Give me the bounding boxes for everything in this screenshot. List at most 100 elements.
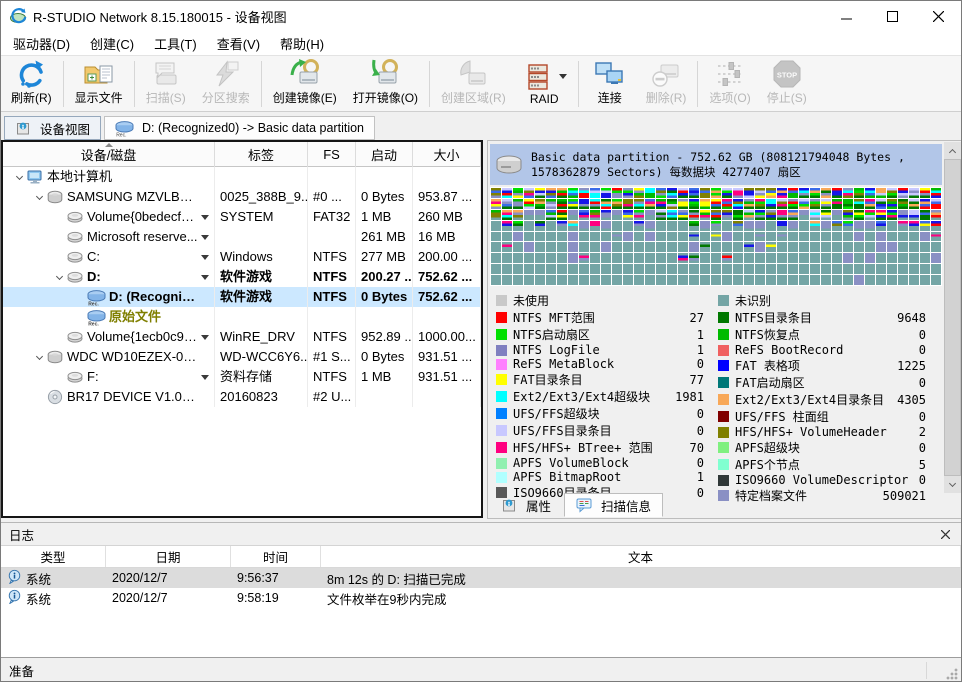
connect-button[interactable]: 连接: [582, 58, 638, 110]
tree-column-header[interactable]: 设备/磁盘: [3, 142, 215, 167]
dropdown-icon[interactable]: [201, 235, 209, 240]
legend-color-chip: [718, 295, 729, 306]
tree-column-header[interactable]: 大小: [413, 142, 481, 167]
log-column-header[interactable]: 类型: [1, 546, 106, 567]
log-row[interactable]: 系统2020/12/79:56:378m 12s 的 D: 扫描已完成: [1, 568, 961, 588]
expander-icon[interactable]: [51, 276, 67, 279]
scan-block-map[interactable]: [490, 187, 942, 286]
tree-header: 设备/磁盘标签FS启动大小: [3, 142, 481, 167]
legend-label: APFS个节点: [735, 456, 800, 473]
tree-row[interactable]: Volume{1ecb0c98-...WinRE_DRVNTFS952.89 .…: [3, 327, 481, 347]
tree-row[interactable]: Rec.D: (Recognize...软件游戏NTFS0 Bytes752.6…: [3, 287, 481, 307]
tree-row[interactable]: Microsoft reserve...261 MB16 MB: [3, 227, 481, 247]
expander-icon[interactable]: [11, 176, 27, 179]
scan-bubble-icon: [576, 497, 592, 513]
scan-block: [524, 188, 534, 198]
log-column-header[interactable]: 日期: [106, 546, 231, 567]
scan-block: [766, 253, 776, 263]
log-close-button[interactable]: [937, 526, 953, 542]
maximize-button[interactable]: [869, 1, 915, 31]
tab-device-view[interactable]: 设备视图: [4, 116, 101, 140]
menu-item-view[interactable]: 查看(V): [207, 31, 270, 56]
legend-color-chip: [496, 425, 507, 436]
scan-block: [535, 210, 545, 220]
log-row[interactable]: 系统2020/12/79:58:19文件枚举在9秒内完成: [1, 588, 961, 608]
log-column-header[interactable]: 文本: [321, 546, 961, 567]
menu-item-tools[interactable]: 工具(T): [144, 31, 207, 56]
scan-block: [843, 210, 853, 220]
open-image-button[interactable]: 打开镜像(O): [345, 58, 426, 110]
log-column-header[interactable]: 时间: [231, 546, 321, 567]
tree-column-header[interactable]: 启动: [356, 142, 413, 167]
raid-dropdown-icon[interactable]: [559, 74, 567, 79]
dropdown-icon[interactable]: [201, 215, 209, 220]
size-cell: 1000.00...: [413, 327, 481, 347]
menu-item-help[interactable]: 帮助(H): [270, 31, 334, 56]
scan-block: [832, 188, 842, 198]
resize-grip[interactable]: [946, 668, 958, 680]
device-name: F:: [87, 367, 99, 387]
scan-block: [656, 232, 666, 242]
tab-scan-info[interactable]: 扫描信息: [564, 493, 663, 517]
tree-row[interactable]: SAMSUNG MZVLB1T0...0025_388B_9...#0 ...0…: [3, 187, 481, 207]
scan-block: [491, 232, 501, 242]
scan-block: [898, 253, 908, 263]
scan-block: [733, 275, 743, 285]
scan-block: [766, 264, 776, 274]
scan-block: [799, 275, 809, 285]
scrollbar[interactable]: [944, 142, 961, 493]
dropdown-icon[interactable]: [201, 275, 209, 280]
scan-block: [689, 199, 699, 209]
tree-row[interactable]: C:WindowsNTFS277 MB200.00 ...: [3, 247, 481, 267]
minimize-button[interactable]: [823, 1, 869, 31]
scan-block: [865, 232, 875, 242]
raid-button[interactable]: RAID: [514, 58, 575, 110]
scan-block: [656, 210, 666, 220]
scan-block: [711, 232, 721, 242]
create-image-button[interactable]: 创建镜像(E): [265, 58, 345, 110]
scan-block: [656, 242, 666, 252]
partition-icon: [67, 369, 83, 385]
scan-block: [843, 264, 853, 274]
scan-block: [645, 210, 655, 220]
tree-row[interactable]: Rec.原始文件: [3, 307, 481, 327]
tree-column-header[interactable]: 标签: [215, 142, 308, 167]
scan-block: [931, 264, 941, 274]
dropdown-icon[interactable]: [201, 375, 209, 380]
tree-row[interactable]: D:软件游戏NTFS200.27 ...752.62 ...: [3, 267, 481, 287]
tree-column-header[interactable]: FS: [308, 142, 356, 167]
expander-icon[interactable]: [31, 196, 47, 199]
dropdown-icon[interactable]: [201, 335, 209, 340]
scan-block: [799, 232, 809, 242]
legend-label: ReFS BootRecord: [735, 343, 843, 357]
refresh-label: 刷新(R): [11, 89, 52, 106]
scan-block: [634, 275, 644, 285]
refresh-button[interactable]: 刷新(R): [3, 58, 60, 110]
scroll-thumb[interactable]: [944, 159, 961, 476]
tab-recognized-partition[interactable]: Rec.D: (Recognized0) -> Basic data parti…: [104, 116, 375, 140]
tree-row[interactable]: WDC WD10EZEX-08W...WD-WCC6Y6...#1 S...0 …: [3, 347, 481, 367]
close-button[interactable]: [915, 1, 961, 31]
scan-block: [656, 253, 666, 263]
scroll-up-button[interactable]: [944, 142, 961, 159]
raid-label: RAID: [530, 92, 559, 106]
menu-item-drive[interactable]: 驱动器(D): [3, 31, 80, 56]
tree-row[interactable]: Volume{0bedecf0-...SYSTEMFAT321 MB260 MB: [3, 207, 481, 227]
show-files-button[interactable]: 显示文件: [67, 58, 131, 110]
scan-block: [766, 221, 776, 231]
tree-row[interactable]: 本地计算机: [3, 167, 481, 187]
menu-item-create[interactable]: 创建(C): [80, 31, 144, 56]
fs-cell: NTFS: [308, 367, 356, 387]
scan-block: [843, 275, 853, 285]
tab-properties[interactable]: 属性: [490, 493, 562, 517]
scan-block: [678, 210, 688, 220]
scan-block: [634, 188, 644, 198]
disk-icon: [47, 189, 63, 205]
scroll-down-button[interactable]: [944, 476, 961, 493]
tree-row[interactable]: BR17 DEVICE V1.00 1....20160823#2 U...: [3, 387, 481, 407]
scan-block: [733, 188, 743, 198]
dropdown-icon[interactable]: [201, 255, 209, 260]
tree-row[interactable]: F:资料存储NTFS1 MB931.51 ...: [3, 367, 481, 387]
expander-icon[interactable]: [31, 356, 47, 359]
label-cell: [215, 167, 308, 187]
